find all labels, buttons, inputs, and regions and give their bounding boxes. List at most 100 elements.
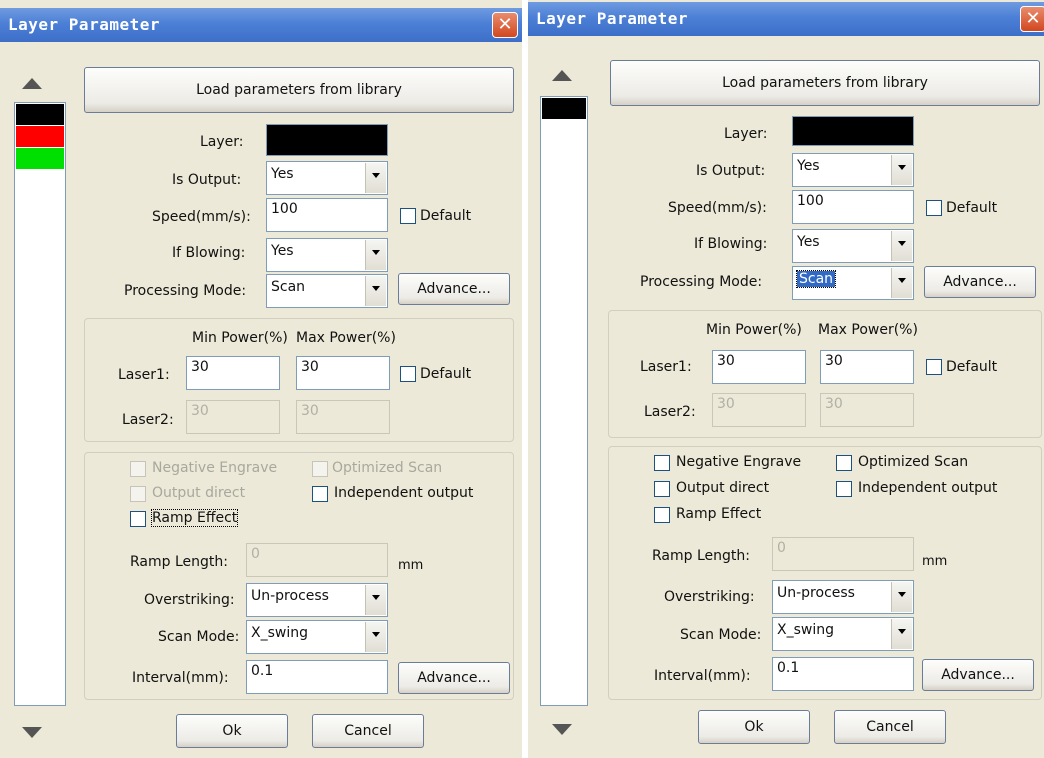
- layer-swatch[interactable]: [16, 104, 64, 125]
- layer-color-box[interactable]: [792, 116, 914, 146]
- overstriking-label: Overstriking:: [144, 592, 235, 608]
- chevron-down-icon[interactable]: [365, 276, 386, 306]
- independent-output-label: Independent output: [858, 480, 998, 496]
- optimized-scan-label: Optimized Scan: [332, 460, 443, 476]
- processing-mode-select[interactable]: Scan: [266, 274, 388, 308]
- optimized-scan-checkbox[interactable]: [836, 455, 852, 471]
- independent-output-checkbox[interactable]: [312, 486, 328, 502]
- laser1-default-checkbox[interactable]: [400, 366, 416, 382]
- if-blowing-select[interactable]: Yes: [266, 238, 388, 272]
- laser1-default-checkbox[interactable]: [926, 359, 942, 375]
- layer-list[interactable]: [540, 96, 588, 706]
- scan-mode-select[interactable]: X_swing: [246, 620, 388, 654]
- layer-scroll-up-arrow-icon[interactable]: [552, 70, 572, 81]
- negative-engrave-label: Negative Engrave: [152, 460, 278, 476]
- laser2-max-input[interactable]: 30: [820, 393, 914, 427]
- interval-input[interactable]: 0.1: [246, 660, 388, 694]
- laser1-default-label: Default: [420, 366, 472, 382]
- interval-input[interactable]: 0.1: [772, 657, 914, 691]
- interval-label: Interval(mm):: [654, 668, 751, 684]
- is-output-select[interactable]: Yes: [792, 153, 914, 187]
- chevron-down-icon[interactable]: [365, 240, 386, 270]
- interval-advance-button[interactable]: Advance...: [398, 662, 510, 694]
- layer-color-box[interactable]: [266, 124, 388, 156]
- cancel-button[interactable]: Cancel: [312, 714, 424, 748]
- chevron-down-icon[interactable]: [365, 163, 386, 193]
- ramp-effect-checkbox[interactable]: [130, 511, 146, 527]
- is-output-label: Is Output:: [172, 172, 242, 188]
- layer-swatch[interactable]: [16, 148, 64, 169]
- layer-scroll-down-arrow-icon[interactable]: [22, 727, 42, 738]
- layer-list[interactable]: [14, 102, 66, 706]
- speed-label: Speed(mm/s):: [668, 200, 767, 216]
- title-bar[interactable]: Layer Parameter ✕: [0, 8, 522, 42]
- layer-swatch[interactable]: [542, 98, 586, 119]
- ramp-length-unit: mm: [398, 558, 424, 573]
- output-direct-label: Output direct: [152, 485, 246, 501]
- laser1-min-input[interactable]: 30: [186, 356, 280, 390]
- overstriking-select[interactable]: Un-process: [772, 580, 914, 614]
- overstriking-label: Overstriking:: [664, 589, 755, 605]
- output-direct-label: Output direct: [676, 480, 770, 496]
- ramp-effect-label: Ramp Effect: [150, 509, 239, 527]
- independent-output-checkbox[interactable]: [836, 481, 852, 497]
- close-icon[interactable]: ✕: [1020, 6, 1044, 32]
- laser1-max-input[interactable]: 30: [296, 356, 390, 390]
- ramp-length-input[interactable]: 0: [246, 543, 388, 577]
- layer-swatch[interactable]: [16, 126, 64, 147]
- is-output-select[interactable]: Yes: [266, 161, 388, 195]
- advance-button[interactable]: Advance...: [398, 273, 510, 305]
- ramp-length-label: Ramp Length:: [652, 548, 750, 564]
- laser2-max-input[interactable]: 30: [296, 400, 390, 434]
- overstriking-value: Un-process: [777, 585, 855, 601]
- negative-engrave-checkbox[interactable]: [130, 461, 146, 477]
- load-parameters-button[interactable]: Load parameters from library: [84, 67, 514, 113]
- speed-input[interactable]: 100: [266, 198, 388, 232]
- ok-button[interactable]: Ok: [698, 710, 810, 744]
- chevron-down-icon[interactable]: [891, 268, 912, 298]
- chevron-down-icon[interactable]: [891, 619, 912, 649]
- interval-label: Interval(mm):: [132, 670, 229, 686]
- speed-input[interactable]: 100: [792, 190, 914, 224]
- output-direct-checkbox[interactable]: [130, 486, 146, 502]
- layer-parameter-dialog-right: Layer Parameter ✕ Load parameters from l…: [528, 0, 1044, 758]
- advance-button[interactable]: Advance...: [924, 266, 1036, 298]
- speed-default-checkbox[interactable]: [926, 200, 942, 216]
- laser1-min-input[interactable]: 30: [712, 350, 806, 384]
- processing-mode-select[interactable]: Scan: [792, 266, 914, 300]
- max-power-header: Max Power(%): [818, 322, 918, 338]
- laser2-min-input[interactable]: 30: [712, 393, 806, 427]
- is-output-label: Is Output:: [696, 163, 766, 179]
- chevron-down-icon[interactable]: [891, 582, 912, 612]
- cancel-button[interactable]: Cancel: [834, 710, 946, 744]
- ramp-effect-checkbox[interactable]: [654, 507, 670, 523]
- close-icon[interactable]: ✕: [492, 12, 518, 38]
- chevron-down-icon[interactable]: [365, 585, 386, 615]
- chevron-down-icon[interactable]: [891, 155, 912, 185]
- title-bar[interactable]: Layer Parameter ✕: [528, 2, 1044, 36]
- ramp-length-label: Ramp Length:: [130, 554, 228, 570]
- negative-engrave-checkbox[interactable]: [654, 455, 670, 471]
- layer-scroll-down-arrow-icon[interactable]: [552, 724, 572, 735]
- overstriking-select[interactable]: Un-process: [246, 583, 388, 617]
- ok-button[interactable]: Ok: [176, 714, 288, 748]
- laser2-label: Laser2:: [122, 412, 174, 428]
- laser1-max-input[interactable]: 30: [820, 350, 914, 384]
- load-parameters-button[interactable]: Load parameters from library: [610, 60, 1040, 106]
- ramp-length-input[interactable]: 0: [772, 537, 914, 571]
- overstriking-value: Un-process: [251, 588, 329, 604]
- laser1-label: Laser1:: [118, 367, 170, 383]
- laser2-min-input[interactable]: 30: [186, 400, 280, 434]
- chevron-down-icon[interactable]: [365, 622, 386, 652]
- if-blowing-value: Yes: [271, 243, 294, 259]
- optimized-scan-checkbox[interactable]: [312, 461, 328, 477]
- if-blowing-label: If Blowing:: [172, 245, 246, 261]
- speed-default-checkbox[interactable]: [400, 208, 416, 224]
- if-blowing-select[interactable]: Yes: [792, 229, 914, 263]
- output-direct-checkbox[interactable]: [654, 481, 670, 497]
- scan-mode-select[interactable]: X_swing: [772, 617, 914, 651]
- layer-scroll-up-arrow-icon[interactable]: [22, 78, 42, 89]
- interval-advance-button[interactable]: Advance...: [922, 659, 1034, 691]
- negative-engrave-label: Negative Engrave: [676, 454, 802, 470]
- chevron-down-icon[interactable]: [891, 231, 912, 261]
